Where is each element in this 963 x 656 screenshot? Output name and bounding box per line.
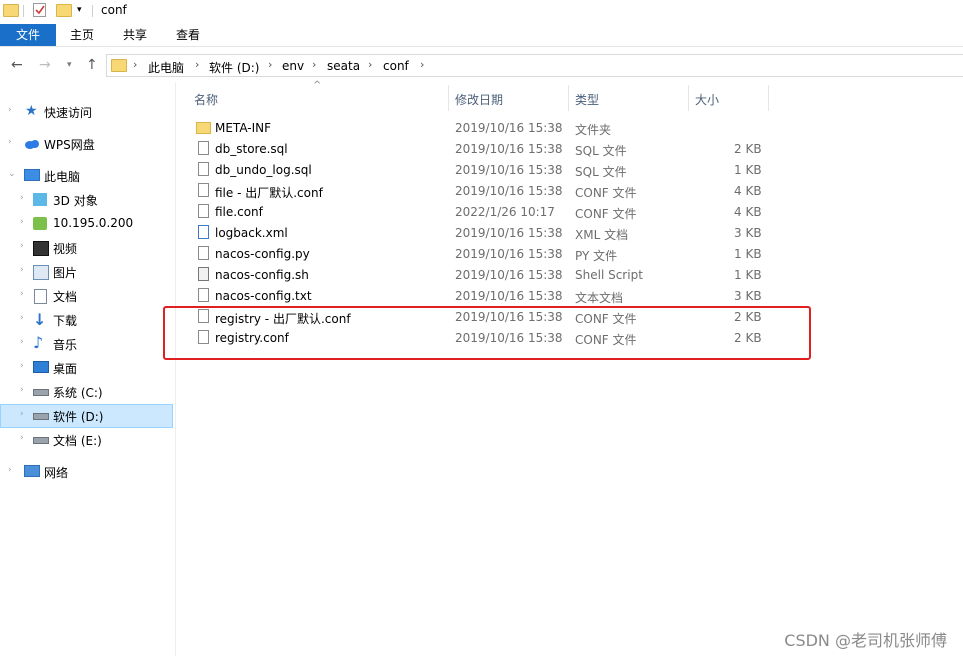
ribbon: 文件 主页 共享 查看 xyxy=(0,24,963,47)
tab-home[interactable]: 主页 xyxy=(60,24,104,46)
breadcrumb-this-pc[interactable]: 此电脑 xyxy=(148,59,184,76)
back-arrow-icon[interactable]: ← xyxy=(11,57,23,73)
column-header-name[interactable]: 名称 xyxy=(194,91,218,108)
column-header-type[interactable]: 类型 xyxy=(575,91,599,108)
file-icon xyxy=(198,204,209,218)
sql-file-icon xyxy=(198,141,209,155)
breadcrumb-env[interactable]: env xyxy=(282,59,304,73)
sidebar-item-desktop[interactable]: › 桌面 xyxy=(0,356,173,380)
list-item[interactable]: nacos-config.txt 2019/10/16 15:38 文本文档 3… xyxy=(190,286,770,307)
list-item[interactable]: file - 出厂默认.conf 2019/10/16 15:38 CONF 文… xyxy=(190,181,770,202)
properties-icon[interactable] xyxy=(33,3,46,17)
text-file-icon xyxy=(198,288,209,302)
sidebar-item-network[interactable]: › 网络 xyxy=(0,460,173,484)
sidebar-item-pictures[interactable]: › 图片 xyxy=(0,260,173,284)
address-bar[interactable]: › 此电脑 › 软件 (D:) › env › seata › conf › xyxy=(106,54,963,77)
sql-file-icon xyxy=(198,162,209,176)
column-header-size[interactable]: 大小 xyxy=(695,91,719,108)
sidebar-item-quick-access[interactable]: › ★ 快速访问 xyxy=(0,100,173,124)
sidebar-item-videos[interactable]: › 视频 xyxy=(0,236,173,260)
cube-icon xyxy=(33,193,47,206)
sidebar-item-documents[interactable]: › 文档 xyxy=(0,284,173,308)
drive-icon xyxy=(33,437,49,444)
network-drive-icon xyxy=(33,217,47,230)
desktop-icon xyxy=(33,361,49,373)
tab-view[interactable]: 查看 xyxy=(166,24,210,46)
computer-icon xyxy=(24,169,40,181)
sort-ascending-icon: ^ xyxy=(313,80,322,91)
star-icon: ★ xyxy=(25,103,38,119)
list-item[interactable]: file.conf 2022/1/26 10:17 CONF 文件 4 KB xyxy=(190,202,770,223)
breadcrumb-seata[interactable]: seata xyxy=(327,59,360,73)
title-bar: ▾ conf xyxy=(0,0,963,24)
breadcrumb-conf[interactable]: conf xyxy=(383,59,409,73)
sidebar-item-3d-objects[interactable]: › 3D 对象 xyxy=(0,188,173,212)
download-icon: ↓ xyxy=(33,310,47,329)
recent-locations-icon[interactable]: ▾ xyxy=(67,60,72,70)
sidebar-item-network-drive[interactable]: › 10.195.0.200 xyxy=(0,212,173,236)
highlight-annotation xyxy=(163,306,811,360)
sidebar-item-this-pc[interactable]: ⌄ 此电脑 xyxy=(0,164,173,188)
navigation-pane: › ★ 快速访问 › WPS网盘 ⌄ 此电脑 › 3D 对象 › 10.195.… xyxy=(0,82,176,656)
sidebar-item-drive-d[interactable]: › 软件 (D:) xyxy=(0,404,173,428)
document-icon xyxy=(34,289,47,304)
column-header-date[interactable]: 修改日期 xyxy=(455,91,503,108)
file-icon xyxy=(198,183,209,197)
list-item[interactable]: nacos-config.py 2019/10/16 15:38 PY 文件 1… xyxy=(190,244,770,265)
new-folder-icon[interactable] xyxy=(56,4,72,17)
drive-icon xyxy=(33,389,49,396)
folder-icon xyxy=(111,59,127,72)
folder-icon xyxy=(3,4,19,17)
drive-icon xyxy=(33,413,49,420)
breadcrumb-drive-d[interactable]: 软件 (D:) xyxy=(209,59,259,76)
customize-quick-access-icon[interactable]: ▾ xyxy=(77,5,82,15)
list-item[interactable]: nacos-config.sh 2019/10/16 15:38 Shell S… xyxy=(190,265,770,286)
sidebar-item-drive-e[interactable]: › 文档 (E:) xyxy=(0,428,173,452)
list-item[interactable]: db_store.sql 2019/10/16 15:38 SQL 文件 2 K… xyxy=(190,139,770,160)
list-item[interactable]: logback.xml 2019/10/16 15:38 XML 文档 3 KB xyxy=(190,223,770,244)
file-icon xyxy=(198,246,209,260)
cloud-icon xyxy=(24,137,39,150)
music-icon: ♪ xyxy=(33,333,44,352)
script-file-icon xyxy=(198,267,209,281)
picture-icon xyxy=(33,265,49,280)
tab-file[interactable]: 文件 xyxy=(0,24,56,46)
video-icon xyxy=(33,241,49,256)
folder-icon xyxy=(196,122,211,134)
watermark: CSDN @老司机张师傅 xyxy=(784,631,947,650)
list-item[interactable]: META-INF 2019/10/16 15:38 文件夹 xyxy=(190,118,770,139)
network-icon xyxy=(24,465,40,477)
xml-file-icon xyxy=(198,225,209,239)
sidebar-item-wps-cloud[interactable]: › WPS网盘 xyxy=(0,132,173,156)
list-item[interactable]: db_undo_log.sql 2019/10/16 15:38 SQL 文件 … xyxy=(190,160,770,181)
window-title: conf xyxy=(101,3,127,17)
sidebar-item-downloads[interactable]: › ↓ 下载 xyxy=(0,308,173,332)
forward-arrow-icon[interactable]: → xyxy=(39,57,51,73)
tab-share[interactable]: 共享 xyxy=(113,24,157,46)
sidebar-item-music[interactable]: › ♪ 音乐 xyxy=(0,332,173,356)
sidebar-item-drive-c[interactable]: › 系统 (C:) xyxy=(0,380,173,404)
up-arrow-icon[interactable]: ↑ xyxy=(86,57,98,73)
